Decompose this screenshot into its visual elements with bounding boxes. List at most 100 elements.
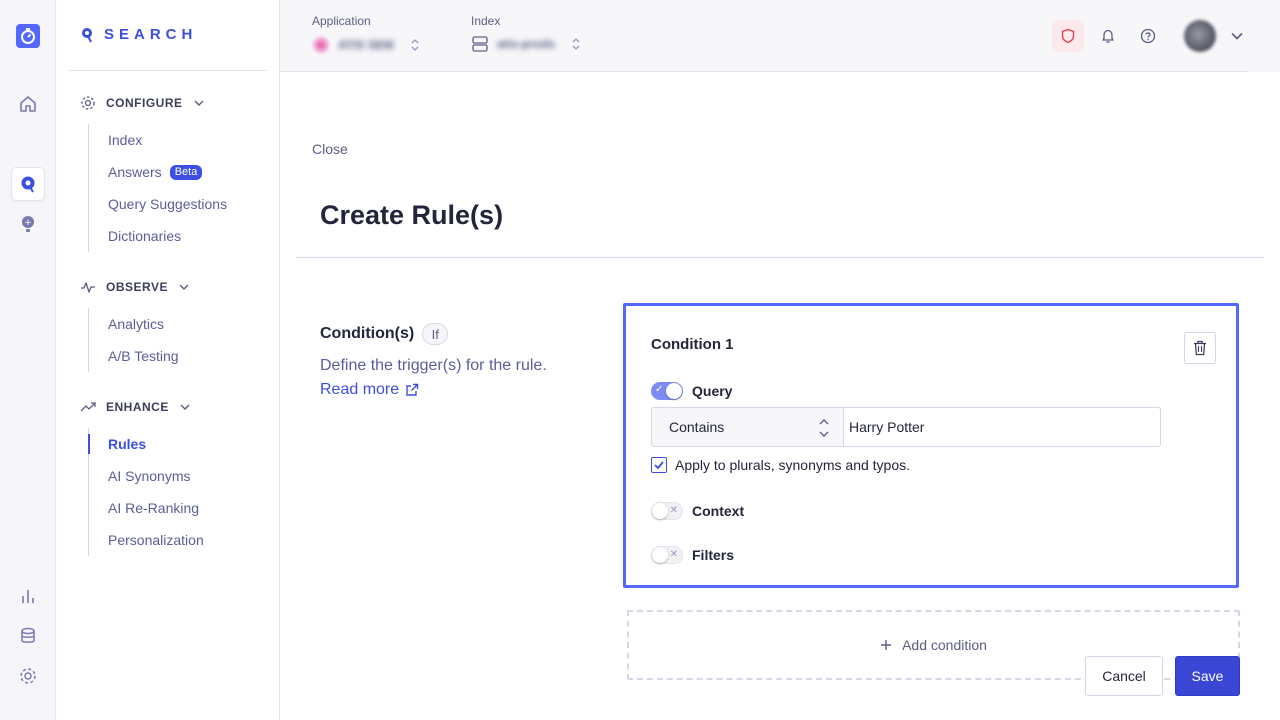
nav-section-configure[interactable]: CONFIGURE xyxy=(80,95,205,111)
bell-icon xyxy=(1102,29,1114,43)
help-circle-icon xyxy=(1140,28,1156,44)
brand[interactable]: SEARCH xyxy=(80,26,197,43)
chevron-down-icon xyxy=(1231,32,1243,40)
chevron-down-icon xyxy=(194,100,203,106)
stopwatch-logo-icon[interactable] xyxy=(12,20,44,52)
delete-condition-button[interactable] xyxy=(1184,332,1216,364)
nav-section-enhance[interactable]: ENHANCE xyxy=(80,399,191,415)
sidebar-item-analytics[interactable]: Analytics xyxy=(89,308,179,340)
search-product-icon[interactable] xyxy=(12,168,44,200)
x-icon: ✕ xyxy=(669,549,678,560)
filters-toggle-row: ✕ Filters xyxy=(651,546,734,564)
sidebar-item-label: Dictionaries xyxy=(108,228,182,244)
sidebar-item-label: Rules xyxy=(108,436,147,452)
help-button[interactable] xyxy=(1132,20,1164,52)
sidebar-item-label: Query Suggestions xyxy=(108,196,228,212)
sidebar-item-label: A/B Testing xyxy=(108,348,179,364)
nav-section-observe[interactable]: OBSERVE xyxy=(80,279,190,295)
cancel-button[interactable]: Cancel xyxy=(1085,656,1163,696)
context-toggle[interactable]: ✕ xyxy=(651,502,683,520)
add-condition-label: Add condition xyxy=(902,637,987,653)
query-toggle[interactable]: ✓ xyxy=(651,382,683,400)
plus-icon xyxy=(881,640,892,650)
if-chip: If xyxy=(422,323,449,345)
nav-list-enhance: Rules AI Synonyms AI Re-Ranking Personal… xyxy=(88,428,204,556)
recommend-lightbulb-icon[interactable]: + xyxy=(12,208,44,240)
condition-title: Condition 1 xyxy=(651,336,734,353)
conditions-heading-text: Condition(s) xyxy=(320,325,415,342)
conditions-heading: Condition(s) If xyxy=(320,323,449,345)
condition-card: Condition 1 ✓ Query Contains Apply to pl… xyxy=(623,303,1239,588)
apply-plurals-label: Apply to plurals, synonyms and typos. xyxy=(675,457,911,473)
sidebar-item-label: Personalization xyxy=(108,532,204,548)
bar-chart-icon[interactable] xyxy=(12,580,44,612)
sidebar-item-answers[interactable]: Answers Beta xyxy=(89,156,227,188)
title-divider xyxy=(296,257,1264,258)
sidebar-item-label: Answers xyxy=(108,164,162,180)
sidebar-item-ab-testing[interactable]: A/B Testing xyxy=(89,340,179,372)
query-toggle-row: ✓ Query xyxy=(651,382,732,400)
nav-list-observe: Analytics A/B Testing xyxy=(88,308,179,372)
apply-plurals-checkbox-row[interactable]: Apply to plurals, synonyms and typos. xyxy=(651,457,910,473)
settings-gear-icon[interactable] xyxy=(12,660,44,692)
index-label: Index xyxy=(471,14,501,28)
sidebar-item-ai-reranking[interactable]: AI Re-Ranking xyxy=(89,492,204,524)
query-pattern-input[interactable] xyxy=(843,407,1161,447)
svg-text:+: + xyxy=(24,218,32,228)
application-value: ATIS SEM xyxy=(338,38,394,52)
sidebar-item-ai-synonyms[interactable]: AI Synonyms xyxy=(89,460,204,492)
filters-toggle[interactable]: ✕ xyxy=(651,546,683,564)
index-value: atis-prods xyxy=(497,37,556,51)
nav-section-title: ENHANCE xyxy=(106,400,169,414)
up-down-chevron-icon xyxy=(411,39,419,51)
sidebar-item-rules[interactable]: Rules xyxy=(88,428,204,460)
beta-badge: Beta xyxy=(169,164,203,180)
sidebar-item-label: AI Synonyms xyxy=(108,468,191,484)
avatar xyxy=(1184,20,1216,52)
database-icon[interactable] xyxy=(12,620,44,652)
sidebar-item-label: Analytics xyxy=(108,316,165,332)
sidebar-item-personalization[interactable]: Personalization xyxy=(89,524,204,556)
search-logo-icon xyxy=(82,27,92,42)
sidebar-item-query-suggestions[interactable]: Query Suggestions xyxy=(89,188,227,220)
server-icon xyxy=(472,36,488,52)
chevron-down-icon xyxy=(179,284,189,290)
query-toggle-label: Query xyxy=(692,383,733,399)
user-menu[interactable] xyxy=(1184,20,1244,52)
up-down-chevron-icon xyxy=(819,419,829,437)
page-title: Create Rule(s) xyxy=(320,200,504,230)
nav-list-configure: Index Answers Beta Query Suggestions Dict… xyxy=(88,124,227,252)
read-more-label: Read more xyxy=(320,381,400,398)
read-more-link[interactable]: Read more xyxy=(320,381,419,399)
conditions-description: Define the trigger(s) for the rule. xyxy=(320,357,547,374)
application-selector[interactable]: Application ATIS SEM xyxy=(312,14,420,54)
application-label: Application xyxy=(312,14,371,28)
home-icon[interactable] xyxy=(12,88,44,120)
up-down-chevron-icon xyxy=(572,38,580,50)
brand-name: SEARCH xyxy=(104,26,198,43)
nav-section-title: OBSERVE xyxy=(106,280,168,294)
external-link-icon xyxy=(406,383,419,396)
context-toggle-label: Context xyxy=(692,503,745,519)
notifications-button[interactable] xyxy=(1092,20,1124,52)
sidebar-item-label: AI Re-Ranking xyxy=(108,500,200,516)
sidebar-item-dictionaries[interactable]: Dictionaries xyxy=(89,220,227,252)
apply-plurals-checkbox[interactable] xyxy=(651,457,667,473)
filters-toggle-label: Filters xyxy=(692,547,735,563)
chevron-down-icon xyxy=(180,404,190,410)
activity-pulse-icon xyxy=(81,282,95,293)
shield-icon xyxy=(1061,28,1075,44)
save-button[interactable]: Save xyxy=(1175,656,1240,696)
x-icon: ✕ xyxy=(669,505,678,516)
check-icon: ✓ xyxy=(655,384,664,395)
topbar-divider xyxy=(280,71,1248,72)
sidebar-item-index[interactable]: Index xyxy=(89,124,227,156)
close-link[interactable]: Close xyxy=(312,141,348,157)
gear-icon xyxy=(81,96,95,110)
nav-sidebar: SEARCH CONFIGURE Index Answers Beta Query… xyxy=(56,0,280,720)
operator-select[interactable]: Contains xyxy=(651,407,844,447)
sidebar-item-label: Index xyxy=(108,132,143,148)
security-shield-button[interactable] xyxy=(1052,20,1084,52)
operator-value: Contains xyxy=(669,419,725,435)
index-selector[interactable]: Index atis-prods xyxy=(471,14,581,52)
